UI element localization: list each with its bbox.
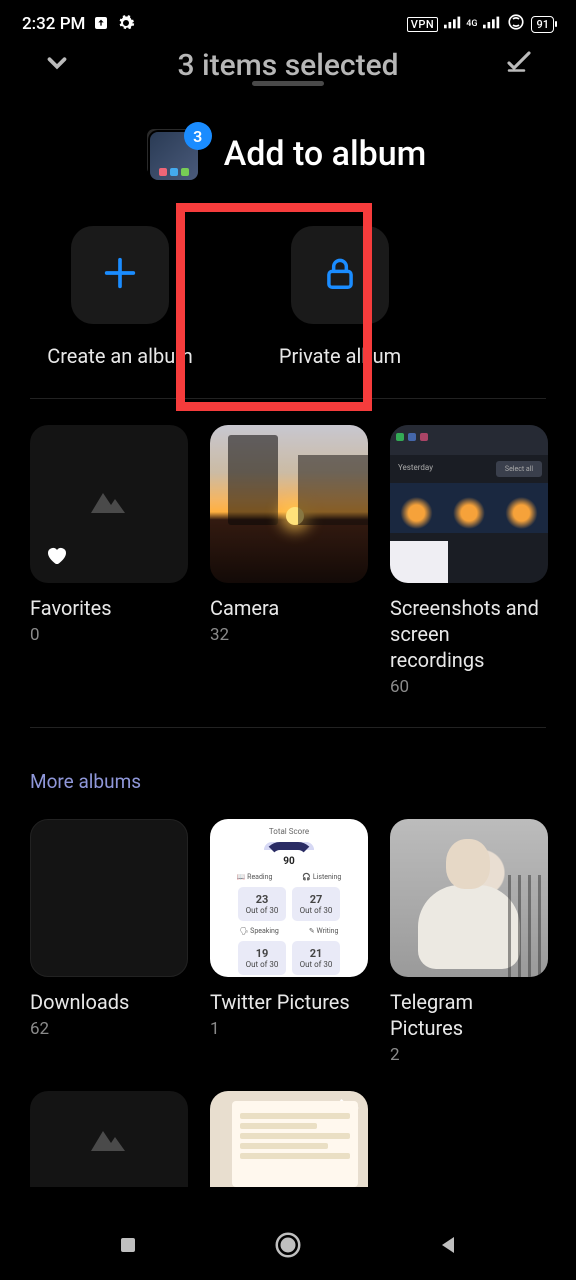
sheet-handle[interactable]	[252, 81, 324, 86]
thumb-text: Yesterday	[398, 463, 433, 472]
previous-title: 3 items selected	[177, 48, 398, 83]
album-count: 62	[30, 1019, 188, 1039]
album-count: 1	[210, 1019, 368, 1039]
album-downloads[interactable]: Downloads 62	[30, 819, 188, 1065]
album-name: Telegram Pictures	[390, 989, 548, 1041]
add-to-album-sheet: 3 Add to album Create an album Private a…	[0, 126, 576, 1187]
plus-icon	[100, 253, 140, 297]
selection-thumbnail: 3	[150, 126, 206, 182]
recent-apps-button[interactable]	[116, 1233, 140, 1261]
heart-icon	[44, 543, 68, 571]
divider	[30, 398, 546, 399]
sync-icon	[507, 13, 525, 35]
album-favorites[interactable]: Favorites 0	[30, 425, 188, 697]
vpn-indicator: VPN	[407, 17, 438, 32]
upload-icon	[93, 15, 109, 34]
status-time: 2:32 PM	[22, 14, 85, 34]
lock-icon	[321, 254, 359, 296]
more-albums-grid: Downloads 62 Total Score 90 📖 Reading🎧 L…	[30, 819, 546, 1187]
album-telegram-pictures[interactable]: Telegram Pictures 2	[390, 819, 548, 1065]
album-screenshots[interactable]: Yesterday Select all Screenshots and scr…	[390, 425, 548, 697]
sheet-header: 3 Add to album	[30, 126, 546, 182]
signal-icon-1	[444, 15, 462, 33]
battery-indicator: 91	[531, 16, 554, 33]
private-album-label: Private album	[279, 344, 401, 368]
create-album-label: Create an album	[47, 344, 193, 368]
album-twitter-pictures[interactable]: Total Score 90 📖 Reading🎧 Listening 23Ou…	[210, 819, 368, 1065]
chevron-down-icon[interactable]	[42, 48, 72, 86]
private-album-option[interactable]: Private album	[270, 226, 410, 368]
more-albums-heading: More albums	[30, 770, 546, 793]
thumb-pill: Select all	[496, 461, 542, 477]
album-count: 60	[390, 677, 548, 697]
album-count: 32	[210, 625, 368, 645]
album-partial-1[interactable]	[30, 1091, 188, 1187]
album-count: 2	[390, 1045, 548, 1065]
album-count: 0	[30, 625, 188, 645]
create-album-option[interactable]: Create an album	[50, 226, 190, 368]
score-title: Total Score	[269, 827, 309, 836]
previous-screen-peek: 3 items selected	[0, 48, 576, 86]
album-name: Twitter Pictures	[210, 989, 368, 1015]
android-nav-bar	[0, 1214, 576, 1280]
network-label: 4G	[466, 20, 477, 29]
album-name: Camera	[210, 595, 368, 621]
home-button[interactable]	[273, 1230, 303, 1264]
selection-count-badge: 3	[184, 122, 212, 150]
album-name: Screenshots and screen recordings	[390, 595, 548, 673]
sheet-title: Add to album	[224, 134, 427, 174]
mountain-icon	[89, 483, 129, 519]
album-partial-2[interactable]	[210, 1091, 368, 1187]
album-camera[interactable]: Camera 32	[210, 425, 368, 697]
select-all-icon[interactable]	[504, 48, 534, 86]
divider	[30, 727, 546, 728]
signal-icon-2	[483, 15, 501, 33]
status-bar: 2:32 PM VPN 4G 91	[0, 0, 576, 48]
mountain-icon	[89, 1121, 129, 1157]
back-button[interactable]	[436, 1233, 460, 1261]
main-albums-grid: Favorites 0 Camera 32 Yesterday Select a…	[30, 425, 546, 697]
album-name: Favorites	[30, 595, 188, 621]
album-name: Downloads	[30, 989, 188, 1015]
gear-icon	[117, 14, 135, 35]
